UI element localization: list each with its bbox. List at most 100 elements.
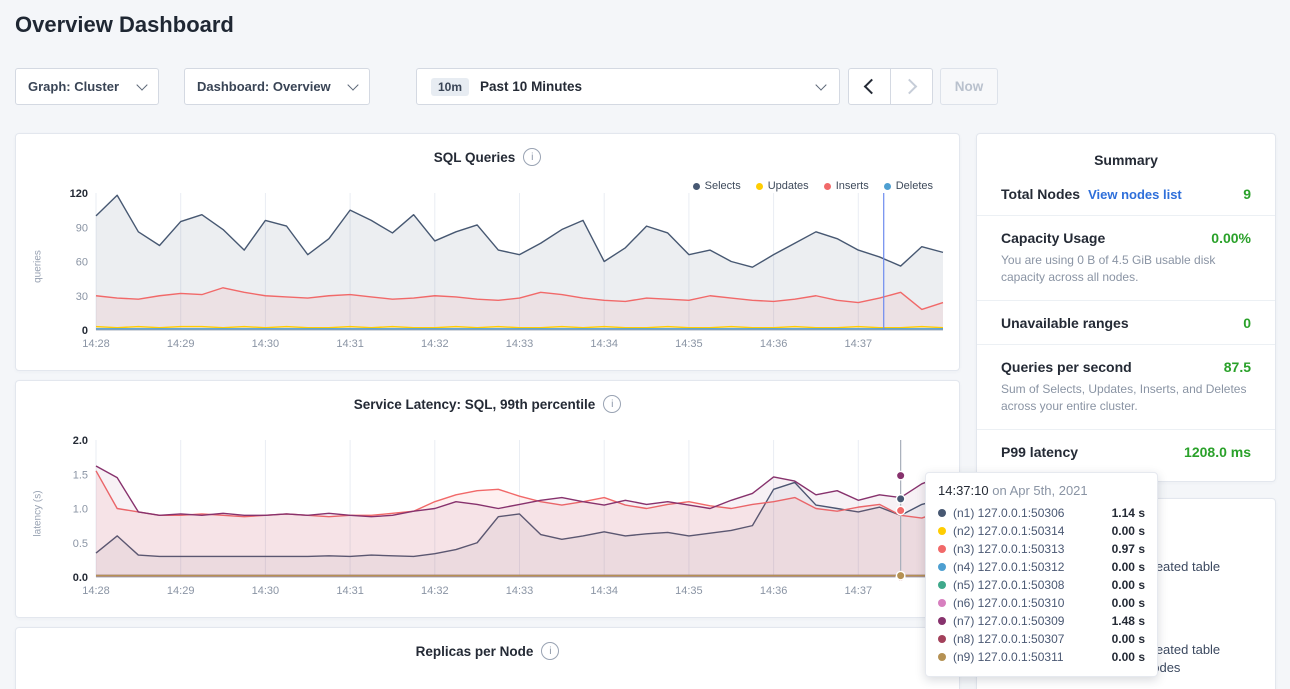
chart-title: SQL Queries: [434, 150, 516, 165]
svg-text:14:33: 14:33: [506, 585, 534, 597]
node-address: (n8) 127.0.0.1:50307: [953, 632, 1064, 646]
summary-row-queries-per-second: Queries per second 87.5 Sum of Selects, …: [977, 344, 1275, 429]
node-address: (n5) 127.0.0.1:50308: [953, 578, 1064, 592]
graph-scope-dropdown[interactable]: Graph: Cluster: [15, 68, 159, 105]
time-step-buttons: [848, 68, 933, 105]
node-address: (n2) 127.0.0.1:50314: [953, 524, 1064, 538]
chevron-down-icon: [136, 79, 147, 90]
time-range-picker[interactable]: 10m Past 10 Minutes: [416, 68, 840, 105]
summary-row-p99-latency: P99 latency 1208.0 ms: [977, 429, 1275, 473]
svg-text:14:31: 14:31: [336, 338, 364, 350]
node-latency-value: 0.00 s: [1112, 524, 1145, 538]
time-prev-button[interactable]: [848, 68, 891, 105]
svg-text:14:37: 14:37: [845, 585, 873, 597]
node-color-dot-icon: [938, 545, 946, 553]
summary-label: Capacity Usage: [1001, 230, 1105, 246]
tooltip-node-row: (n9) 127.0.0.1:50311 0.00 s: [938, 648, 1145, 666]
info-icon[interactable]: [603, 395, 621, 413]
summary-row-capacity-usage: Capacity Usage 0.00% You are using 0 B o…: [977, 215, 1275, 300]
dashboard-dropdown[interactable]: Dashboard: Overview: [184, 68, 370, 105]
tooltip-timestamp: 14:37:10 on Apr 5th, 2021: [938, 483, 1145, 498]
node-latency-value: 0.00 s: [1112, 596, 1145, 610]
svg-text:0.0: 0.0: [73, 572, 88, 584]
summary-label: P99 latency: [1001, 444, 1078, 460]
svg-text:14:31: 14:31: [336, 585, 364, 597]
summary-value: 87.5: [1224, 359, 1251, 375]
svg-text:0: 0: [82, 325, 88, 337]
sql-queries-plot[interactable]: 14:2814:2914:3014:3114:3214:3314:3414:35…: [40, 184, 955, 352]
tooltip-node-row: (n7) 127.0.0.1:50309 1.48 s: [938, 612, 1145, 630]
node-address: (n3) 127.0.0.1:50313: [953, 542, 1064, 556]
node-latency-value: 0.97 s: [1112, 542, 1145, 556]
info-icon[interactable]: [523, 148, 541, 166]
svg-text:14:34: 14:34: [590, 585, 618, 597]
summary-row-unavailable-ranges: Unavailable ranges 0: [977, 300, 1275, 344]
svg-text:14:34: 14:34: [590, 338, 618, 350]
summary-description: Sum of Selects, Updates, Inserts, and De…: [1001, 381, 1251, 416]
tooltip-date: on Apr 5th, 2021: [992, 483, 1087, 498]
svg-text:14:30: 14:30: [252, 585, 280, 597]
summary-value: 9: [1243, 186, 1251, 202]
svg-text:14:28: 14:28: [82, 338, 110, 350]
summary-value: 0: [1243, 315, 1251, 331]
node-address: (n9) 127.0.0.1:50311: [953, 650, 1064, 664]
time-range-label: Past 10 Minutes: [480, 79, 582, 94]
svg-text:60: 60: [76, 257, 88, 269]
page-title: Overview Dashboard: [15, 12, 234, 38]
chevron-down-icon: [347, 79, 358, 90]
tooltip-node-row: (n8) 127.0.0.1:50307 0.00 s: [938, 630, 1145, 648]
summary-label: Unavailable ranges: [1001, 315, 1129, 331]
tooltip-rows: (n1) 127.0.0.1:50306 1.14 s (n2) 127.0.0.1…: [938, 504, 1145, 666]
svg-text:14:36: 14:36: [760, 585, 788, 597]
svg-text:1.0: 1.0: [73, 504, 88, 516]
node-address: (n7) 127.0.0.1:50309: [953, 614, 1064, 628]
svg-text:30: 30: [76, 291, 88, 303]
node-latency-value: 0.00 s: [1112, 650, 1145, 664]
node-latency-value: 0.00 s: [1112, 632, 1145, 646]
svg-text:14:36: 14:36: [760, 338, 788, 350]
svg-text:14:35: 14:35: [675, 585, 703, 597]
node-address: (n1) 127.0.0.1:50306: [953, 506, 1064, 520]
svg-text:14:35: 14:35: [675, 338, 703, 350]
svg-text:14:29: 14:29: [167, 338, 195, 350]
summary-description: You are using 0 B of 4.5 GiB usable disk…: [1001, 252, 1251, 287]
tooltip-node-row: (n6) 127.0.0.1:50310 0.00 s: [938, 594, 1145, 612]
tooltip-time: 14:37:10: [938, 483, 989, 498]
node-color-dot-icon: [938, 653, 946, 661]
node-color-dot-icon: [938, 599, 946, 607]
sql-queries-chart-card: SQL Queries SelectsUpdatesInsertsDeletes…: [15, 133, 960, 371]
node-latency-value: 0.00 s: [1112, 560, 1145, 574]
service-latency-plot[interactable]: 14:2814:2914:3014:3114:3214:3314:3414:35…: [40, 431, 955, 599]
summary-label: Total Nodes: [1001, 186, 1080, 202]
summary-value: 1208.0 ms: [1184, 444, 1251, 460]
tooltip-node-row: (n3) 127.0.0.1:50313 0.97 s: [938, 540, 1145, 558]
svg-text:14:28: 14:28: [82, 585, 110, 597]
node-latency-value: 1.14 s: [1112, 506, 1145, 520]
view-nodes-list-link[interactable]: View nodes list: [1088, 187, 1182, 202]
svg-text:14:32: 14:32: [421, 585, 449, 597]
svg-text:2.0: 2.0: [73, 435, 88, 447]
tooltip-node-row: (n5) 127.0.0.1:503080.00 s: [938, 576, 1145, 594]
summary-value: 0.00%: [1211, 230, 1251, 246]
service-latency-chart-card: Service Latency: SQL, 99th percentile la…: [15, 380, 960, 618]
svg-text:0.5: 0.5: [73, 538, 88, 550]
chevron-right-icon: [902, 79, 918, 95]
node-color-dot-icon: [938, 509, 946, 517]
time-range-badge: 10m: [431, 78, 469, 96]
svg-text:1.5: 1.5: [73, 469, 88, 481]
svg-text:90: 90: [76, 222, 88, 234]
summary-title: Summary: [977, 152, 1275, 168]
replicas-per-node-chart-card: Replicas per Node: [15, 627, 960, 689]
chart-title: Replicas per Node: [416, 644, 534, 659]
graph-scope-label: Graph: Cluster: [28, 79, 119, 94]
overview-dashboard-page: Overview Dashboard Graph: Cluster Dashbo…: [0, 0, 1290, 689]
node-address: (n6) 127.0.0.1:50310: [953, 596, 1064, 610]
info-icon[interactable]: [541, 642, 559, 660]
node-color-dot-icon: [938, 563, 946, 571]
dashboard-label: Dashboard: Overview: [197, 79, 331, 94]
node-color-dot-icon: [938, 635, 946, 643]
node-latency-value: 1.48 s: [1112, 614, 1145, 628]
chart-hover-tooltip: 14:37:10 on Apr 5th, 2021 (n1) 127.0.0.1…: [925, 472, 1158, 677]
node-color-dot-icon: [938, 527, 946, 535]
svg-text:14:30: 14:30: [252, 338, 280, 350]
